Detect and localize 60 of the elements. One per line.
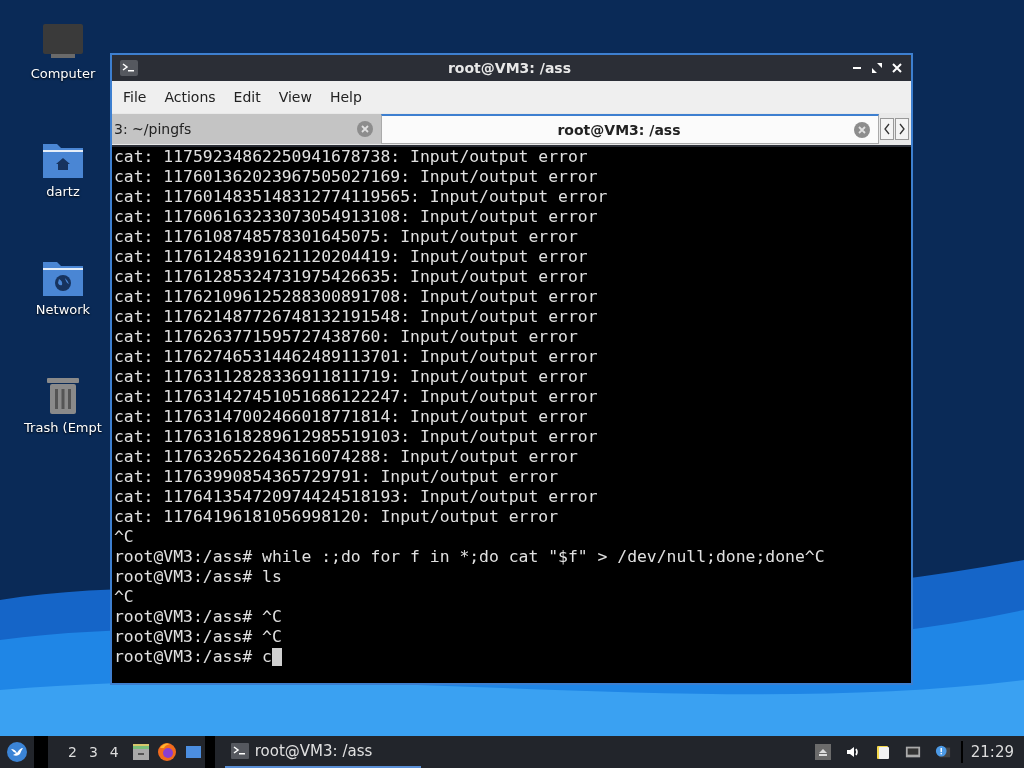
menu-item[interactable]: Actions (155, 85, 225, 109)
volume-icon[interactable] (844, 744, 861, 760)
terminal-line: cat: 117606163233073054913108: Input/output error (114, 207, 598, 227)
terminal-tab[interactable]: root@VM3: /ass (381, 114, 879, 144)
maximize-button[interactable] (871, 62, 883, 74)
window-title: root@VM3: /ass (446, 60, 572, 76)
terminal-line: cat: 11763990854365729791: Input/output error (114, 467, 559, 487)
workspace-switcher[interactable]: 4 (103, 744, 125, 760)
browser-icon[interactable] (156, 742, 177, 762)
menu-item[interactable]: Help (320, 85, 371, 109)
menu-item[interactable]: View (269, 85, 321, 109)
terminal-line: cat: 11759234862250941678738: Input/output error (114, 147, 588, 167)
taskbar-separator (204, 736, 215, 768)
terminal-line: cat: 1176263771595727438760: Input/output error (114, 327, 578, 347)
desktop-icon-label[interactable]: Network (35, 302, 91, 317)
terminal-line: cat: 117621096125288300891708: Input/output error (114, 287, 598, 307)
terminal-line: ^C (114, 587, 134, 607)
text-cursor (271, 648, 282, 666)
menu-item[interactable]: Edit (224, 85, 270, 109)
start-menu-icon[interactable] (6, 741, 28, 763)
terminal-line: root@VM3:/ass# c (114, 647, 272, 667)
terminal-line: root@VM3:/ass# while :;do for f in *;do cat "$f" > /dev/null;done;done^C (114, 547, 825, 567)
terminal-line: cat: 11761248391621120204419: Input/output error (114, 247, 588, 267)
desktop-icon-label[interactable]: Trash (Empt (24, 420, 102, 435)
terminal-line: cat: 1176108748578301645075: Input/output error (114, 227, 578, 247)
terminal-line: cat: 117601362023967505027169: Input/output error (114, 167, 598, 187)
terminal-line: root@VM3:/ass# ^C (114, 607, 282, 627)
workspace-switcher[interactable]: 2 (62, 744, 83, 760)
terminal-icon (230, 743, 249, 759)
menu-item[interactable]: File (114, 85, 156, 109)
terminal-line: cat: 11761285324731975426635: Input/output error (114, 267, 588, 287)
terminal-line: cat: 117641354720974424518193: Input/output error (114, 487, 598, 507)
terminal-line: cat: 11763147002466018771814: Input/output error (114, 407, 588, 427)
scroll-tabs-right-button[interactable] (895, 118, 909, 140)
clock[interactable]: 21:29 (970, 743, 1014, 761)
terminal-line: cat: 1176326522643616074288: Input/output error (114, 447, 578, 467)
clipboard-icon[interactable] (874, 744, 891, 760)
close-button[interactable] (891, 62, 903, 74)
terminal-line: cat: 117631427451051686122247: Input/output error (114, 387, 598, 407)
taskbar-window-button[interactable]: root@VM3: /ass (224, 736, 421, 768)
desktop-icon-label[interactable]: dartz (46, 184, 80, 199)
scroll-tabs-left-button[interactable] (880, 118, 894, 140)
file-cabinet-icon[interactable] (130, 742, 151, 762)
terminal-line: cat: 117621487726748132191548: Input/output error (114, 307, 598, 327)
terminal-line: cat: 1176014835148312774119565: Input/output error (114, 187, 608, 207)
terminal-line: root@VM3:/ass# ls (114, 567, 282, 587)
eject-icon[interactable] (814, 744, 831, 760)
notification-icon[interactable] (934, 744, 951, 760)
terminal-line: cat: 11764196181056998120: Input/output error (114, 507, 559, 527)
close-tab-icon[interactable] (854, 121, 870, 138)
desktop-icon-label[interactable]: Computer (30, 66, 96, 81)
terminal-tab[interactable]: 3: ~/pingfs (112, 114, 381, 144)
terminal-line: cat: 11763112828336911811719: Input/output error (114, 367, 588, 387)
workspace-switcher[interactable]: 3 (82, 744, 104, 760)
terminal-line: ^C (114, 527, 134, 547)
terminal-line: cat: 117627465314462489113701: Input/output error (114, 347, 598, 367)
terminal-line: cat: 117631618289612985519103: Input/output error (114, 427, 598, 447)
network-icon[interactable] (904, 744, 921, 760)
terminal-icon (120, 60, 138, 76)
terminal-line: root@VM3:/ass# ^C (114, 627, 282, 647)
